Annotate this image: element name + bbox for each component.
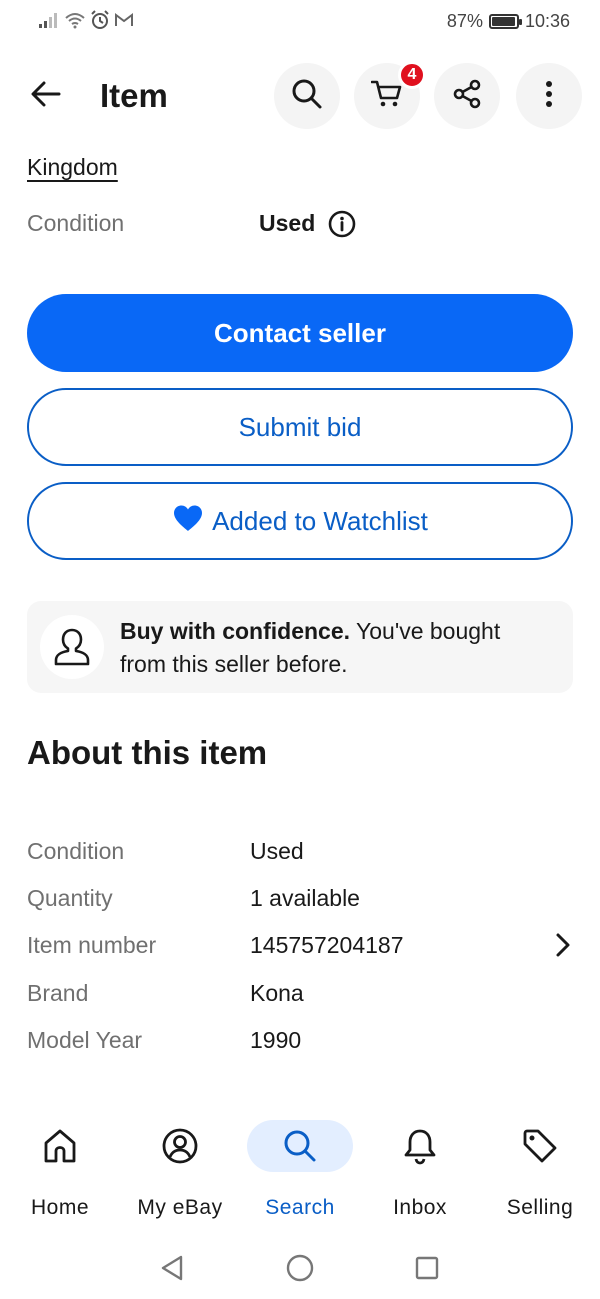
spec-row-brand: Brand Kona (27, 974, 573, 1014)
user-circle-icon (127, 1120, 233, 1172)
system-home-button[interactable] (280, 1250, 320, 1290)
spec-label: Condition (27, 838, 125, 864)
battery-icon (488, 14, 522, 29)
tag-icon (487, 1120, 593, 1172)
watchlist-label: Added to Watchlist (212, 505, 428, 536)
more-vertical-icon (545, 80, 553, 113)
system-recents-button[interactable] (407, 1250, 447, 1290)
condition-label: Condition (27, 210, 125, 236)
home-icon (7, 1120, 113, 1172)
seller-person-icon (40, 615, 104, 679)
nav-label: My eBay (137, 1196, 223, 1219)
spec-value: Used (250, 838, 304, 864)
status-icons (38, 10, 134, 35)
signal-icon (38, 11, 60, 34)
confidence-message: Buy with confidence. You've bought from … (120, 615, 550, 681)
spec-row-model-year: Model Year 1990 (27, 1021, 573, 1061)
search-button[interactable] (274, 63, 340, 129)
status-bar: 87% 10:36 (0, 0, 600, 44)
spec-row-item-number[interactable]: Item number 145757204187 (27, 926, 573, 966)
cart-button[interactable]: 4 (354, 61, 426, 129)
app-header: Item 4 (0, 56, 600, 136)
system-back-button[interactable] (152, 1250, 192, 1290)
nav-home[interactable]: Home (0, 1110, 120, 1220)
circle-home-icon (285, 1253, 315, 1288)
spec-value: Kona (250, 980, 304, 1006)
spec-label: Quantity (27, 885, 113, 911)
nav-label: Home (30, 1196, 90, 1219)
nav-label: Selling (506, 1196, 574, 1219)
more-options-button[interactable] (516, 63, 582, 129)
watchlist-button[interactable]: Added to Watchlist (27, 482, 573, 560)
heart-icon (172, 504, 204, 539)
contact-seller-label: Contact seller (214, 317, 386, 348)
status-right: 87% 10:36 (447, 11, 570, 32)
battery-percent: 87% (446, 11, 483, 31)
spec-value: 1990 (250, 1027, 302, 1053)
nav-label: Search (265, 1196, 335, 1219)
spec-label: Model Year (27, 1027, 143, 1053)
system-navigation-bar (0, 1236, 600, 1299)
nav-search[interactable]: Search (240, 1110, 360, 1220)
nav-selling[interactable]: Selling (480, 1110, 600, 1220)
condition-value: Used (259, 210, 316, 236)
page-title: Item (100, 77, 168, 114)
square-recents-icon (414, 1255, 440, 1286)
nav-label: Inbox (393, 1196, 447, 1219)
back-button[interactable] (24, 74, 68, 118)
bell-icon (367, 1120, 473, 1172)
bottom-navigation: Home My eBay Search Inbox Selling (0, 1110, 600, 1220)
spec-row-quantity: Quantity 1 available (27, 879, 573, 919)
share-button[interactable] (434, 63, 500, 129)
spec-value: 1 available (250, 885, 360, 911)
clock: 10:36 (524, 11, 570, 31)
about-section-title: About this item (27, 734, 268, 771)
triangle-back-icon (159, 1254, 185, 1287)
info-icon[interactable] (327, 209, 357, 244)
submit-bid-button[interactable]: Submit bid (27, 388, 573, 466)
gmail-icon (114, 12, 134, 33)
alarm-icon (90, 10, 110, 35)
spec-label: Brand (27, 980, 89, 1006)
back-arrow-icon (31, 81, 61, 112)
buy-with-confidence-card: Buy with confidence. You've bought from … (27, 601, 573, 693)
condition-row: Condition Used (27, 208, 573, 242)
contact-seller-button[interactable]: Contact seller (27, 294, 573, 372)
chevron-right-icon[interactable] (553, 932, 573, 963)
nav-my-ebay[interactable]: My eBay (120, 1110, 240, 1220)
spec-row-condition: Condition Used (27, 832, 573, 872)
confidence-bold: Buy with confidence. (120, 618, 351, 644)
wifi-icon (64, 11, 86, 34)
seller-location-link[interactable]: Kingdom (27, 154, 118, 181)
spec-value: 145757204187 (250, 932, 404, 958)
search-icon (247, 1120, 353, 1172)
submit-bid-label: Submit bid (238, 411, 362, 442)
spec-label: Item number (27, 932, 157, 958)
share-icon (452, 79, 482, 114)
search-icon (291, 78, 323, 115)
cart-count-badge: 4 (398, 61, 426, 89)
cart-icon (370, 79, 403, 114)
nav-inbox[interactable]: Inbox (360, 1110, 480, 1220)
